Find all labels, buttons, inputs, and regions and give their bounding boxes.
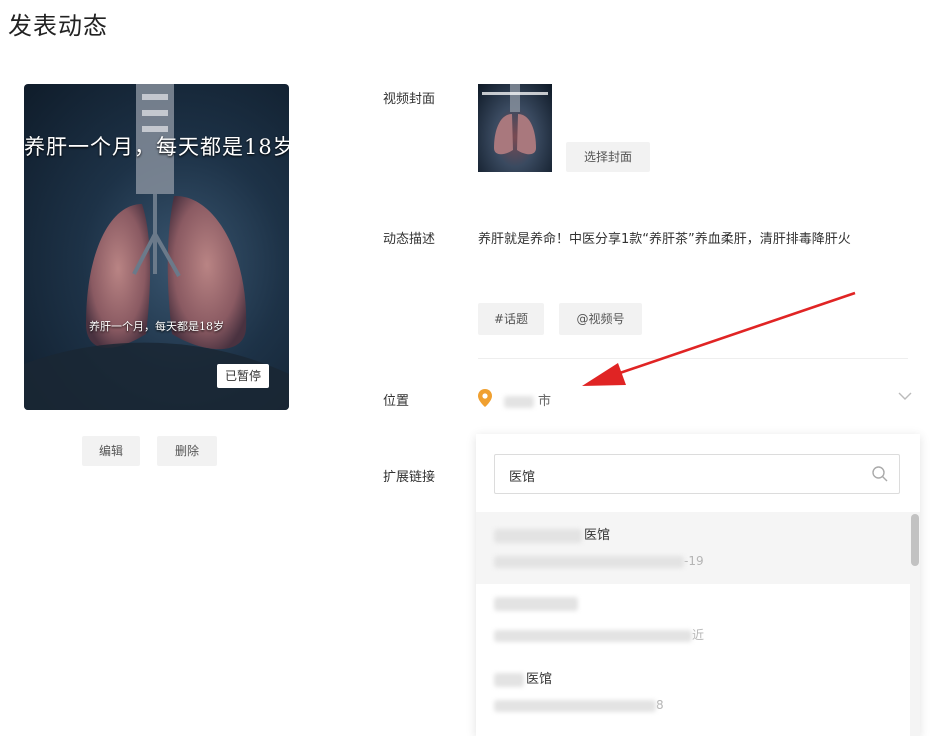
location-value: 市: [504, 390, 551, 409]
location-pin-icon: [478, 389, 492, 407]
location-label: 位置: [383, 394, 410, 409]
edit-button[interactable]: 编辑: [82, 436, 140, 466]
result-name: 医馆: [494, 524, 610, 543]
link-search-dropdown: 医馆 医馆 -19 近 医馆 8: [476, 434, 920, 736]
search-icon[interactable]: [871, 465, 889, 483]
search-input-value: 医馆: [509, 470, 536, 485]
scrollbar-thumb[interactable]: [911, 514, 919, 566]
red-annotation-arrow: [582, 291, 856, 386]
result-address: -19: [494, 554, 704, 568]
page-title: 发表动态: [8, 12, 108, 40]
result-item[interactable]: 近: [476, 584, 910, 656]
result-address: 8: [494, 698, 664, 712]
result-item[interactable]: 医馆 -19: [476, 512, 910, 584]
result-address: 近: [494, 626, 704, 643]
cover-lung-illustration: [482, 84, 548, 155]
result-item[interactable]: 医馆 8: [476, 656, 910, 728]
cover-thumbnail[interactable]: [478, 84, 552, 172]
extended-link-label: 扩展链接: [383, 470, 436, 485]
cover-label: 视频封面: [383, 92, 436, 107]
result-name: [494, 596, 578, 611]
redacted-city: [504, 395, 534, 408]
video-preview[interactable]: 养肝一个月，每天都是18岁 养肝一个月，每天都是18岁 已暂停: [24, 84, 289, 410]
description-text[interactable]: 养肝就是养命！中医分享1款“养肝茶”养血柔肝，清肝排毒降肝火: [478, 228, 851, 247]
delete-button[interactable]: 删除: [157, 436, 217, 466]
paused-badge[interactable]: 已暂停: [217, 364, 269, 388]
topic-button[interactable]: #话题: [478, 303, 544, 335]
search-input[interactable]: 医馆: [494, 454, 900, 494]
publish-post-page: 发表动态 养肝一个月，每天都是18岁 养肝一个月，每天都是18岁 已暂停 编辑 …: [0, 0, 947, 736]
result-name: 医馆: [494, 668, 552, 687]
video-overlay-title: 养肝一个月，每天都是18岁: [24, 135, 289, 159]
chevron-down-icon[interactable]: [898, 391, 912, 401]
description-label: 动态描述: [383, 232, 436, 247]
dropdown-scrollbar[interactable]: [910, 512, 920, 736]
choose-cover-button[interactable]: 选择封面: [566, 142, 650, 172]
video-subtitle: 养肝一个月，每天都是18岁: [89, 320, 224, 333]
